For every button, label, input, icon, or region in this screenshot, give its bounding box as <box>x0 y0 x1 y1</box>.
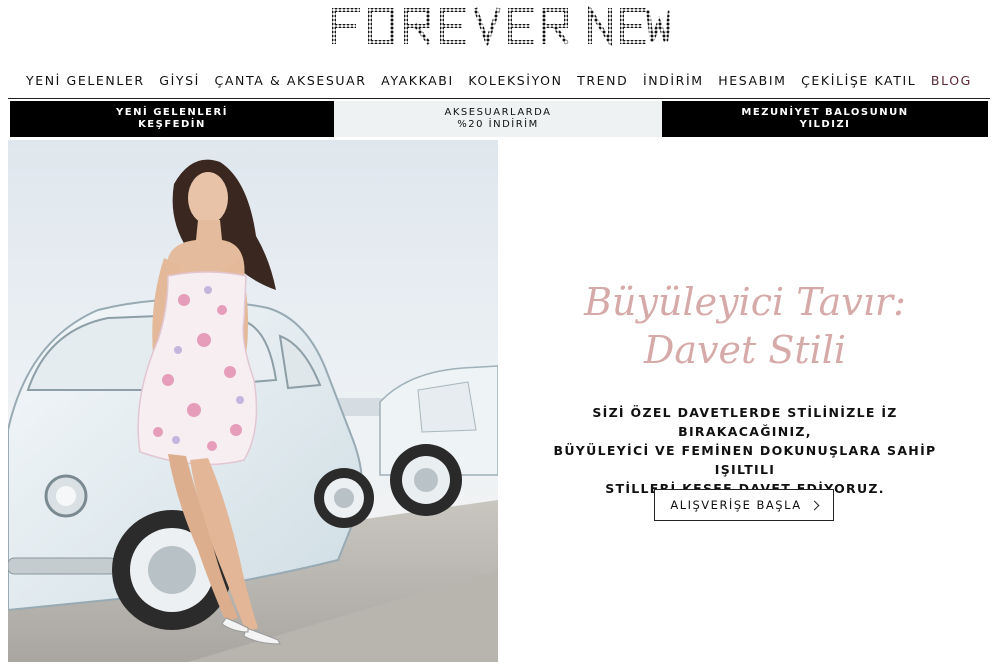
nav-item-hesabim[interactable]: HESABIM <box>718 70 786 92</box>
promo-new-arrivals-line1: YENİ GELENLERİ <box>116 107 228 118</box>
promo-new-arrivals-line2: KEŞFEDİN <box>138 119 206 130</box>
hero-image[interactable] <box>8 140 498 662</box>
promo-prom-line2: YILDIZI <box>799 119 851 130</box>
shop-now-button[interactable]: ALIŞVERİŞE BAŞLA <box>654 489 834 521</box>
hero-photo-model-with-car <box>8 140 498 662</box>
nav-item-yeni-gelenler[interactable]: YENİ GELENLER <box>26 70 145 92</box>
nav-item-ayakkabi[interactable]: AYAKKABI <box>381 70 454 92</box>
promo-prom-star[interactable]: MEZUNİYET BALOSUNUN YILDIZI <box>662 101 988 137</box>
main-nav: YENİ GELENLER GİYSİ ÇANTA & AKSESUAR AYA… <box>8 70 990 92</box>
nav-item-blog[interactable]: BLOG <box>931 70 972 92</box>
nav-item-cekilise-katil[interactable]: ÇEKİLİŞE KATIL <box>801 70 916 92</box>
promo-accessories-discount[interactable]: AKSESUARLARDA %20 İNDİRİM <box>334 101 662 137</box>
hero-description-line2: BÜYÜLEYİCİ VE FEMİNEN DOKUNUŞLARA SAHİP … <box>553 443 937 477</box>
chevron-right-icon <box>809 500 820 510</box>
promo-strip: YENİ GELENLERİ KEŞFEDİN AKSESUARLARDA %2… <box>10 101 988 137</box>
hero-headline-line1: Büyüleyici Tavır: <box>584 280 906 324</box>
nav-item-trend[interactable]: TREND <box>577 70 628 92</box>
promo-new-arrivals[interactable]: YENİ GELENLERİ KEŞFEDİN <box>10 101 334 137</box>
shop-now-label: ALIŞVERİŞE BAŞLA <box>670 498 802 512</box>
hero-description: SİZİ ÖZEL DAVETLERDE STİLİNİZLE İZ BIRAK… <box>525 403 965 498</box>
nav-item-indirim[interactable]: İNDİRİM <box>643 70 704 92</box>
promo-accessories-line1: AKSESUARLARDA <box>444 107 552 118</box>
forever-new-logo <box>332 6 670 46</box>
hero-headline: Büyüleyici Tavır: Davet Stili <box>520 278 970 374</box>
promo-prom-line1: MEZUNİYET BALOSUNUN <box>741 107 909 118</box>
nav-item-canta-aksesuar[interactable]: ÇANTA & AKSESUAR <box>215 70 367 92</box>
hero-headline-line2: Davet Stili <box>643 328 847 372</box>
promo-accessories-line2: %20 İNDİRİM <box>457 119 539 130</box>
brand-logo[interactable] <box>0 6 1000 46</box>
hero-description-line1: SİZİ ÖZEL DAVETLERDE STİLİNİZLE İZ BIRAK… <box>592 405 898 439</box>
nav-divider <box>8 98 990 99</box>
nav-item-giysi[interactable]: GİYSİ <box>159 70 200 92</box>
nav-item-koleksiyon[interactable]: KOLEKSİYON <box>468 70 562 92</box>
